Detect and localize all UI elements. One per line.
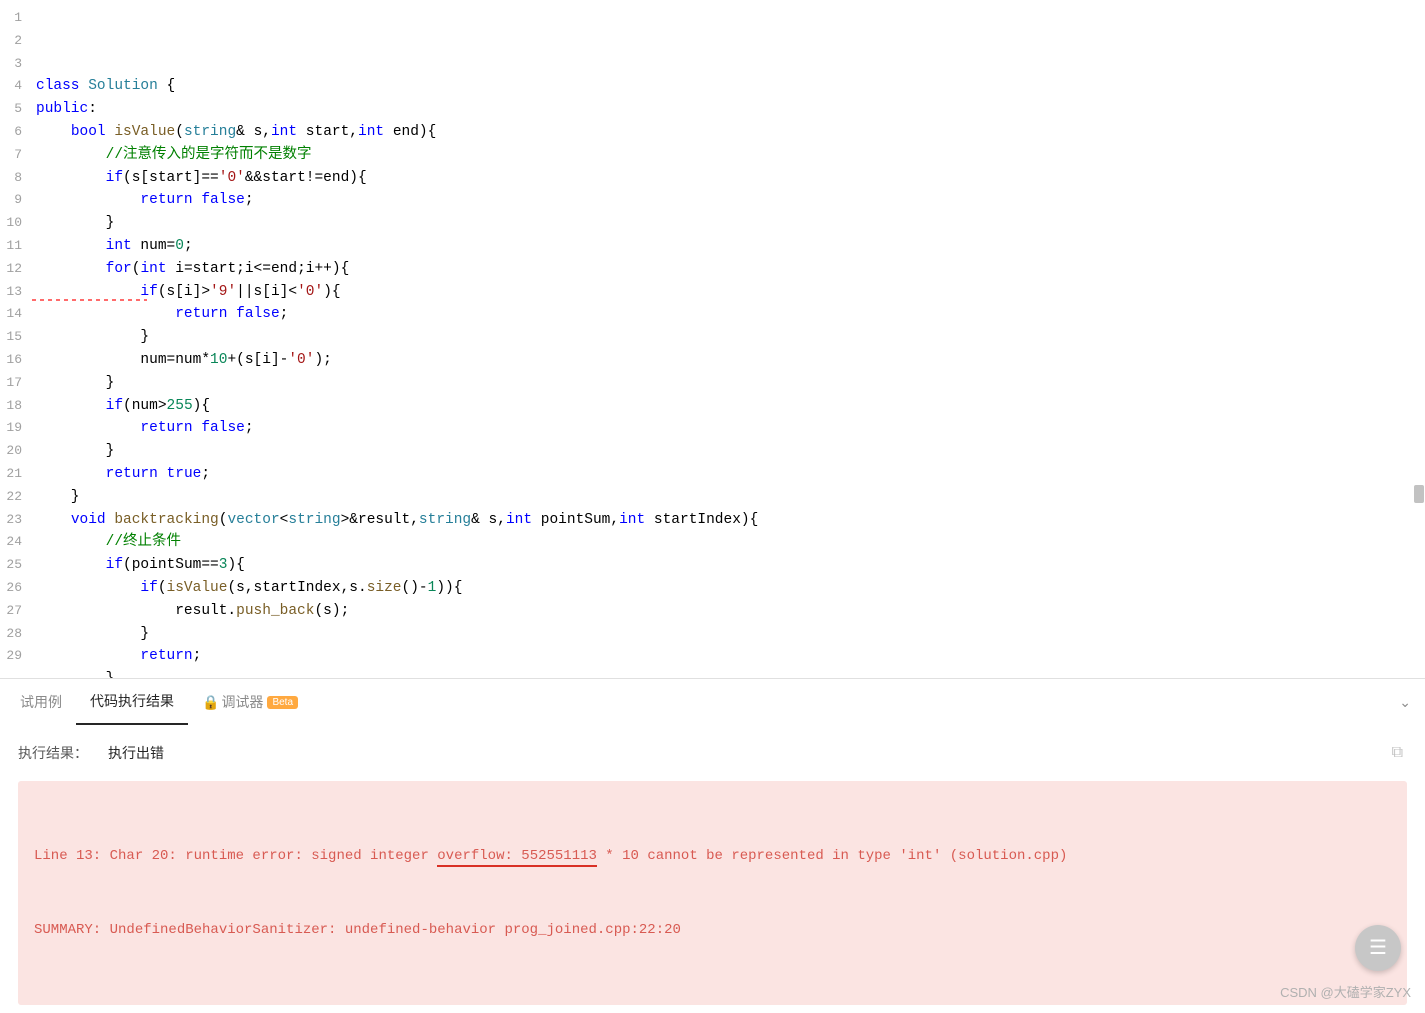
line-number: 14 — [0, 303, 22, 326]
code-line[interactable]: int num=0; — [36, 235, 1425, 258]
watermark: CSDN @大磕学家ZYX — [1280, 982, 1411, 1001]
line-number: 13 — [0, 281, 22, 304]
line-number: 25 — [0, 554, 22, 577]
code-line[interactable]: return false; — [36, 303, 1425, 326]
line-number: 19 — [0, 417, 22, 440]
line-number: 6 — [0, 121, 22, 144]
line-number: 21 — [0, 463, 22, 486]
line-number: 17 — [0, 372, 22, 395]
error-message-box[interactable]: Line 13: Char 20: runtime error: signed … — [18, 781, 1407, 1005]
code-line[interactable]: return true; — [36, 463, 1425, 486]
error-line-1: Line 13: Char 20: runtime error: signed … — [34, 844, 1391, 869]
result-label: 执行结果： — [18, 743, 88, 763]
panel-tabs: 试用例 代码执行结果 🔒 调试器 Beta ⌄ — [0, 679, 1425, 725]
result-header: 执行结果： 执行出错 ⧉ — [18, 743, 1407, 763]
code-line[interactable]: //终止条件 — [36, 531, 1425, 554]
code-line[interactable]: class Solution { — [36, 75, 1425, 98]
code-line[interactable]: } — [36, 326, 1425, 349]
lock-icon: 🔒 — [202, 694, 219, 711]
chevron-down-icon[interactable]: ⌄ — [1399, 694, 1411, 711]
line-number: 7 — [0, 144, 22, 167]
result-status: 执行出错 — [108, 743, 164, 763]
code-line[interactable]: } — [36, 623, 1425, 646]
code-line[interactable]: } — [36, 668, 1425, 678]
code-line[interactable]: return false; — [36, 189, 1425, 212]
beta-badge: Beta — [267, 696, 298, 709]
line-number: 1 — [0, 7, 22, 30]
tab-testcases[interactable]: 试用例 — [6, 679, 76, 725]
code-line[interactable]: if(isValue(s,startIndex,s.size()-1)){ — [36, 577, 1425, 600]
result-area: 执行结果： 执行出错 ⧉ Line 13: Char 20: runtime e… — [0, 725, 1425, 1013]
line-number: 20 — [0, 440, 22, 463]
code-line[interactable]: } — [36, 212, 1425, 235]
code-area[interactable]: class Solution {public: bool isValue(str… — [30, 0, 1425, 678]
tab-run-result[interactable]: 代码执行结果 — [76, 679, 188, 725]
tab-debugger[interactable]: 🔒 调试器 Beta — [188, 679, 312, 725]
line-number: 24 — [0, 531, 22, 554]
code-line[interactable]: if(pointSum==3){ — [36, 554, 1425, 577]
code-line[interactable]: if(s[i]>'9'||s[i]<'0'){ — [36, 281, 1425, 304]
scrollbar-track[interactable] — [1411, 0, 1425, 678]
code-line[interactable]: for(int i=start;i<=end;i++){ — [36, 258, 1425, 281]
code-line[interactable]: num=num*10+(s[i]-'0'); — [36, 349, 1425, 372]
line-number: 12 — [0, 258, 22, 281]
code-line[interactable]: return; — [36, 645, 1425, 668]
code-line[interactable]: //注意传入的是字符而不是数字 — [36, 144, 1425, 167]
line-number: 16 — [0, 349, 22, 372]
line-number: 4 — [0, 75, 22, 98]
copy-icon[interactable]: ⧉ — [1392, 744, 1403, 762]
line-number: 5 — [0, 98, 22, 121]
line-number: 27 — [0, 600, 22, 623]
code-line[interactable]: if(num>255){ — [36, 395, 1425, 418]
line-number-gutter: 1234567891011121314151617181920212223242… — [0, 0, 30, 678]
code-line[interactable]: bool isValue(string& s,int start,int end… — [36, 121, 1425, 144]
line-number: 15 — [0, 326, 22, 349]
line-number: 29 — [0, 645, 22, 668]
line-number: 18 — [0, 395, 22, 418]
code-editor[interactable]: 1234567891011121314151617181920212223242… — [0, 0, 1425, 678]
overflow-underline: overflow: — [437, 848, 513, 867]
line-number: 10 — [0, 212, 22, 235]
code-line[interactable]: public: — [36, 98, 1425, 121]
line-number: 9 — [0, 189, 22, 212]
fab-button[interactable]: ☰ — [1355, 925, 1401, 971]
code-line[interactable]: result.push_back(s); — [36, 600, 1425, 623]
tab-debugger-label: 调试器 — [221, 692, 263, 712]
code-line[interactable]: } — [36, 486, 1425, 509]
line-number: 28 — [0, 623, 22, 646]
error-squiggle — [32, 299, 147, 301]
scrollbar-thumb[interactable] — [1414, 485, 1424, 503]
line-number: 8 — [0, 167, 22, 190]
code-line[interactable]: } — [36, 372, 1425, 395]
line-number: 22 — [0, 486, 22, 509]
code-line[interactable]: void backtracking(vector<string>&result,… — [36, 509, 1425, 532]
error-line-2: SUMMARY: UndefinedBehaviorSanitizer: und… — [34, 918, 1391, 943]
line-number: 11 — [0, 235, 22, 258]
line-number: 2 — [0, 30, 22, 53]
code-line[interactable]: return false; — [36, 417, 1425, 440]
line-number: 23 — [0, 509, 22, 532]
line-number: 3 — [0, 53, 22, 76]
code-line[interactable]: if(s[start]=='0'&&start!=end){ — [36, 167, 1425, 190]
line-number: 26 — [0, 577, 22, 600]
code-line[interactable]: } — [36, 440, 1425, 463]
